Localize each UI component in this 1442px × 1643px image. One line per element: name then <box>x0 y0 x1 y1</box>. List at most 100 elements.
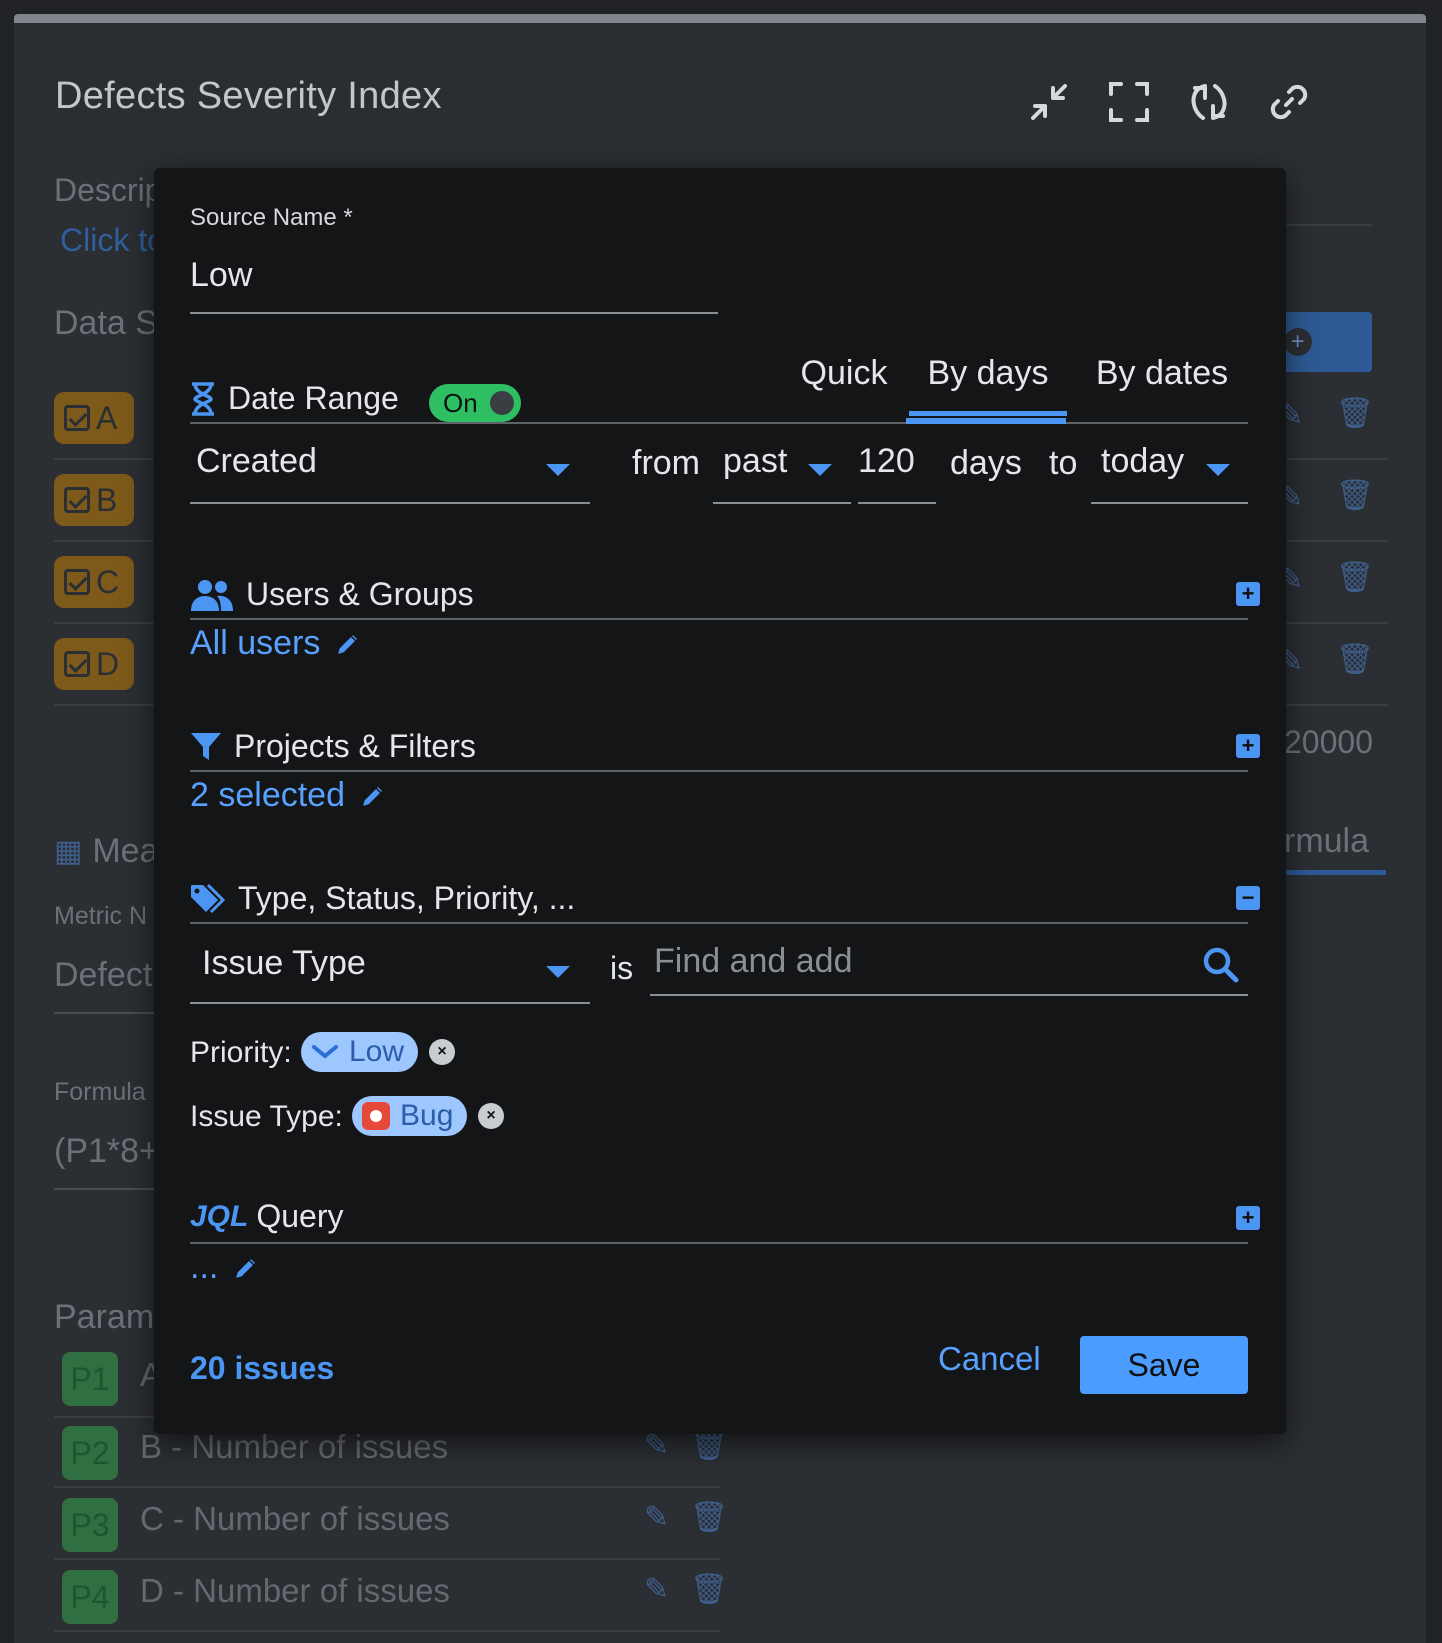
jql-value: ... <box>190 1248 219 1286</box>
chevron-down-icon[interactable] <box>546 966 570 978</box>
add-projects-button[interactable]: + <box>1236 734 1260 758</box>
divider <box>1284 622 1388 624</box>
tab-by-days[interactable]: By days <box>909 354 1067 416</box>
source-letter: A <box>96 399 118 436</box>
trash-icon[interactable]: 🗑 <box>1336 560 1374 595</box>
divider <box>54 622 154 624</box>
plus-icon: + <box>1283 328 1312 356</box>
divider <box>1284 704 1388 706</box>
measure-label: Mea <box>92 832 159 870</box>
trash-icon[interactable]: 🗑 <box>1336 478 1374 513</box>
collapse-icon[interactable] <box>1026 79 1072 125</box>
type-status-header: Type, Status, Priority, ... <box>190 880 575 917</box>
data-sources-label: Data S <box>54 304 158 342</box>
jql-title: Query <box>256 1198 344 1234</box>
collapse-section-button[interactable]: − <box>1236 886 1260 910</box>
end-select[interactable]: today <box>1101 442 1184 481</box>
date-range-toggle[interactable]: On <box>429 384 521 422</box>
source-badge-c[interactable]: C <box>54 556 134 608</box>
remove-issue-type-icon[interactable]: × <box>478 1103 504 1129</box>
chevron-down-icon[interactable] <box>1206 464 1230 476</box>
days-unit-label: days <box>950 444 1022 482</box>
divider <box>54 540 154 542</box>
source-name-input[interactable]: Low <box>190 256 252 295</box>
add-jql-button[interactable]: + <box>1236 1206 1260 1230</box>
criteria-field-select[interactable]: Issue Type <box>202 944 366 983</box>
refresh-icon[interactable] <box>1186 79 1232 125</box>
issue-count[interactable]: 20 issues <box>190 1350 334 1387</box>
trash-icon[interactable]: 🗑 <box>690 1500 728 1535</box>
users-icon <box>191 579 233 611</box>
cancel-button[interactable]: Cancel <box>938 1340 1041 1378</box>
formula-value[interactable]: (P1*8+ <box>54 1132 159 1171</box>
trash-icon[interactable]: 🗑 <box>1336 642 1374 677</box>
select-underline <box>1091 502 1248 504</box>
source-badge-b[interactable]: B <box>54 474 134 526</box>
pencil-icon <box>360 784 385 808</box>
link-icon[interactable] <box>1266 79 1312 125</box>
save-button[interactable]: Save <box>1080 1336 1248 1394</box>
users-groups-header: Users & Groups <box>190 576 474 613</box>
input-underline <box>858 502 936 504</box>
chevron-down-icon[interactable] <box>808 464 832 476</box>
calculator-icon: ▦ <box>54 835 83 868</box>
projects-filters-title: Projects & Filters <box>234 728 476 764</box>
limit-value: 20000 <box>1284 724 1373 760</box>
formula-label: Formula <box>54 1078 146 1106</box>
source-letter: C <box>96 563 120 600</box>
param-text: D - Number of issues <box>140 1572 450 1609</box>
projects-value: 2 selected <box>190 776 345 814</box>
users-groups-title: Users & Groups <box>246 576 474 612</box>
active-tab-indicator <box>906 418 1066 424</box>
edit-icon[interactable]: ✎ <box>644 1500 669 1535</box>
search-icon[interactable] <box>1202 946 1240 984</box>
toggle-label: On <box>443 387 478 418</box>
users-value-link[interactable]: All users <box>190 624 362 663</box>
select-underline <box>713 502 851 504</box>
param-badge: P4 <box>62 1570 118 1624</box>
formula-tab[interactable]: rmula <box>1284 822 1369 861</box>
checkbox-icon <box>64 487 90 513</box>
tab-quick[interactable]: Quick <box>796 354 892 416</box>
jql-header: JQL Query <box>190 1198 344 1235</box>
section-divider <box>190 422 1248 424</box>
input-underline <box>650 994 1248 996</box>
section-divider <box>190 618 1248 620</box>
panel-title: Defects Severity Index <box>55 75 442 117</box>
jql-value-link[interactable]: ... <box>190 1248 260 1287</box>
chevron-down-icon[interactable] <box>546 464 570 476</box>
description-link[interactable]: Click to <box>60 222 165 259</box>
checkbox-icon <box>64 405 90 431</box>
divider <box>1284 540 1388 542</box>
param-text: C - Number of issues <box>140 1500 450 1537</box>
source-letter: D <box>96 645 120 682</box>
tab-by-dates[interactable]: By dates <box>1094 354 1230 416</box>
divider <box>54 1188 154 1190</box>
projects-value-link[interactable]: 2 selected <box>190 776 387 815</box>
source-dialog: Source Name * Low Date Range On Quick By… <box>154 168 1286 1434</box>
checkbox-icon <box>64 569 90 595</box>
search-input[interactable]: Find and add <box>654 942 853 981</box>
metric-name-value[interactable]: Defect <box>54 956 152 995</box>
source-badge-d[interactable]: D <box>54 638 134 690</box>
divider <box>54 1486 720 1488</box>
divider <box>54 704 154 706</box>
date-field-select[interactable]: Created <box>196 442 317 481</box>
priority-chip[interactable]: Low <box>301 1032 419 1072</box>
date-range-header: Date Range <box>190 380 399 417</box>
trash-icon[interactable]: 🗑 <box>690 1572 728 1607</box>
section-divider <box>190 922 1248 924</box>
bug-icon <box>362 1102 390 1130</box>
source-letter: B <box>96 481 118 518</box>
issue-type-chip[interactable]: Bug <box>352 1096 468 1136</box>
source-badge-a[interactable]: A <box>54 392 134 444</box>
edit-icon[interactable]: ✎ <box>644 1572 669 1607</box>
source-name-label: Source Name * <box>190 204 353 231</box>
divider <box>54 458 154 460</box>
trash-icon[interactable]: 🗑 <box>1336 396 1374 431</box>
fullscreen-icon[interactable] <box>1106 79 1152 125</box>
direction-select[interactable]: past <box>723 442 787 481</box>
remove-priority-icon[interactable]: × <box>429 1039 455 1065</box>
days-amount-input[interactable]: 120 <box>858 442 915 481</box>
add-users-button[interactable]: + <box>1236 582 1260 606</box>
